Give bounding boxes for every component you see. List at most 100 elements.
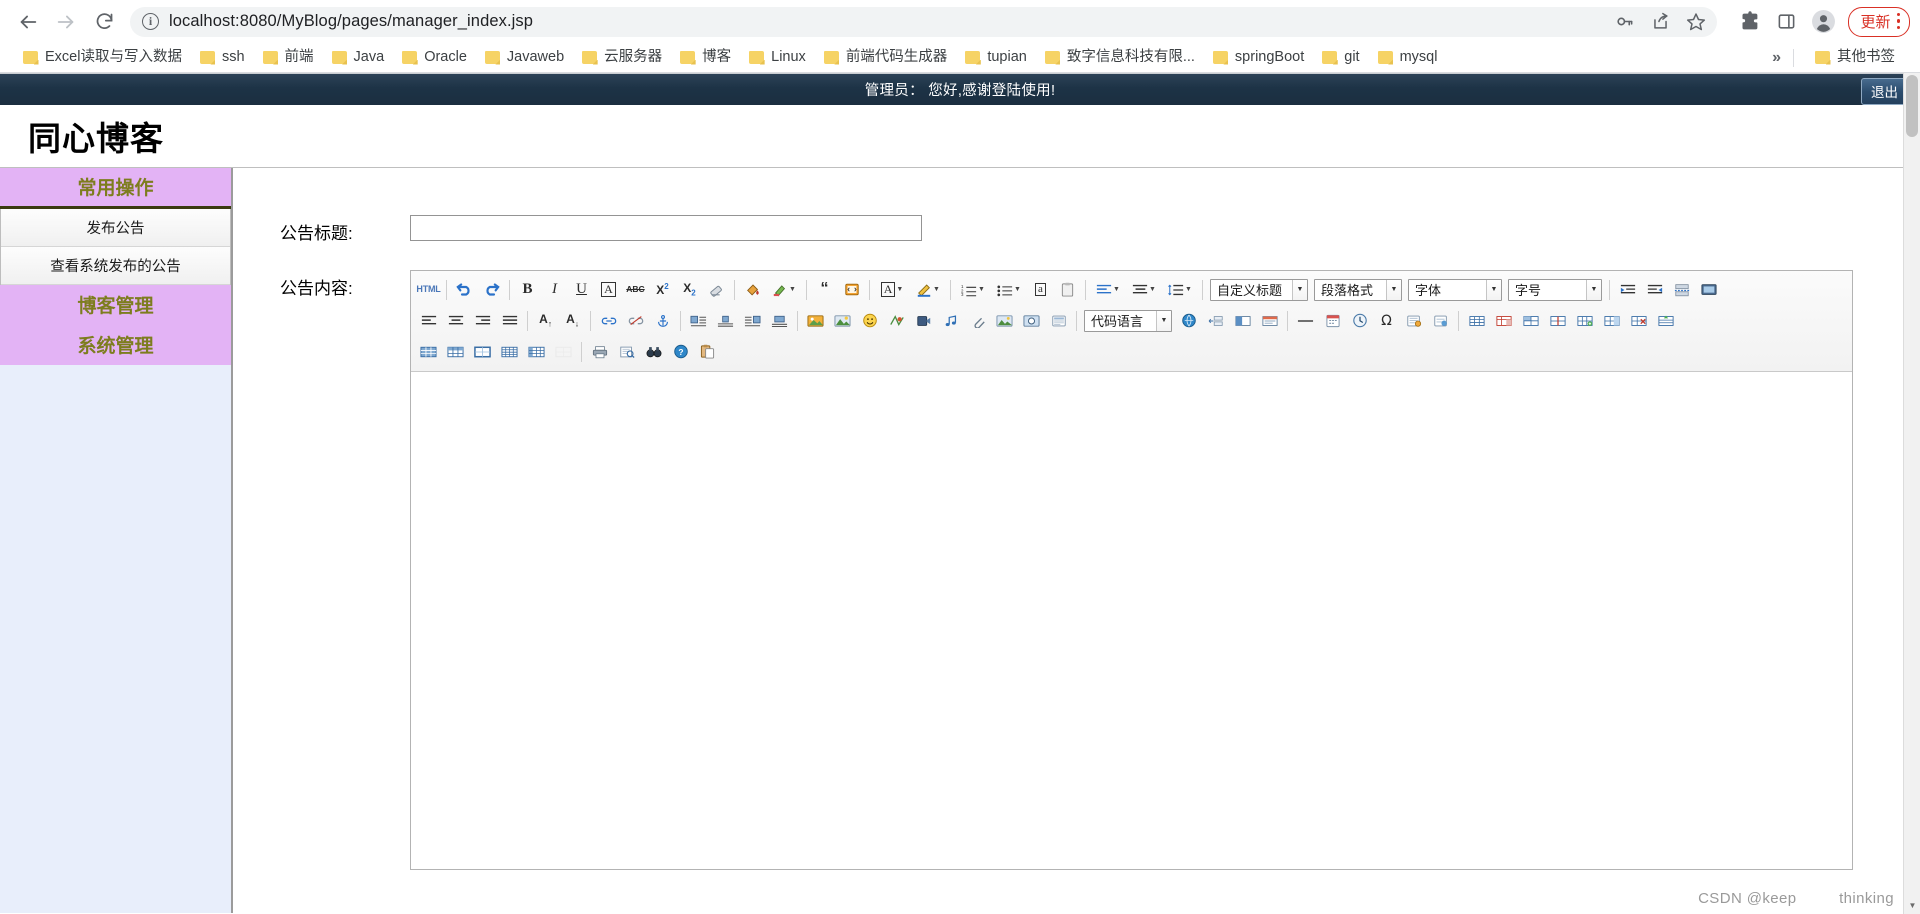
music-button[interactable]	[938, 308, 963, 333]
sidebar-item[interactable]: 查看系统发布的公告	[1, 247, 230, 285]
image-left-button[interactable]	[686, 308, 711, 333]
fullscreen-button[interactable]	[1696, 277, 1721, 302]
insert-code-button[interactable]	[839, 277, 864, 302]
date-button[interactable]	[1320, 308, 1345, 333]
chevron-down-icon[interactable]: ▼	[1292, 279, 1307, 300]
preview-button[interactable]	[614, 339, 639, 364]
paste-plain-button[interactable]	[1055, 277, 1080, 302]
font-family-select[interactable]: 字体 ▼	[1408, 278, 1502, 301]
chevron-down-icon[interactable]: ▼	[1014, 286, 1021, 293]
decrease-font-button[interactable]: A↓	[560, 308, 585, 333]
align-left-button[interactable]	[416, 308, 441, 333]
split-cells-button[interactable]	[1545, 308, 1570, 333]
image-none-button[interactable]	[767, 308, 792, 333]
strikethrough-button[interactable]: ABC	[623, 277, 648, 302]
insert-table-button[interactable]	[1464, 308, 1489, 333]
logout-button[interactable]: 退出	[1861, 78, 1908, 105]
increase-font-button[interactable]: A↑	[533, 308, 558, 333]
editor-content-area[interactable]	[411, 372, 1852, 869]
scrollbar-thumb[interactable]	[1906, 75, 1918, 137]
chevron-down-icon[interactable]: ▼	[789, 286, 796, 293]
bold-button[interactable]: B	[515, 277, 540, 302]
sidebar-item[interactable]: 发布公告	[1, 209, 230, 247]
chevron-down-icon[interactable]: ▼	[1486, 279, 1501, 300]
source-html-button[interactable]: HTML	[416, 277, 441, 302]
bookmark-item[interactable]: Excel读取与写入数据	[14, 47, 191, 68]
chevron-down-icon[interactable]: ▼	[933, 286, 940, 293]
bookmark-item[interactable]: Javaweb	[476, 47, 573, 68]
map-button[interactable]	[884, 308, 909, 333]
merge-cells-button[interactable]	[1518, 308, 1543, 333]
chevron-down-icon[interactable]: ▼	[1386, 279, 1401, 300]
indent-left-button[interactable]	[1642, 277, 1667, 302]
special-char-button[interactable]: Ω	[1374, 308, 1399, 333]
remove-format-button[interactable]	[704, 277, 729, 302]
back-button[interactable]	[10, 4, 46, 40]
bookmark-item[interactable]: 云服务器	[573, 47, 671, 68]
attachment-button[interactable]	[965, 308, 990, 333]
insert-row-button[interactable]	[1572, 308, 1597, 333]
bookmark-item[interactable]: 致字信息科技有限...	[1036, 47, 1204, 68]
sidebar-section-header[interactable]: 常用操作	[0, 168, 231, 209]
bookmark-item[interactable]: Linux	[740, 47, 815, 68]
page-break-button[interactable]	[1669, 277, 1694, 302]
bookmark-other-bookmarks[interactable]: 其他书签	[1806, 47, 1904, 68]
announcement-title-input[interactable]	[410, 215, 922, 241]
insert-image-button[interactable]	[803, 308, 828, 333]
underline-button[interactable]: U	[569, 277, 594, 302]
align-center-button[interactable]	[443, 308, 468, 333]
indent-right-button[interactable]	[1615, 277, 1640, 302]
table-border-button[interactable]	[470, 339, 495, 364]
table-style-button[interactable]	[524, 339, 549, 364]
bookmark-item[interactable]: tupian	[956, 47, 1036, 68]
chevron-down-icon[interactable]: ▼	[1185, 286, 1192, 293]
profile-button[interactable]	[1807, 6, 1839, 38]
table-props-button[interactable]	[1491, 308, 1516, 333]
image-right-button[interactable]	[740, 308, 765, 333]
emoticon-button[interactable]	[857, 308, 882, 333]
text-border-button[interactable]: A	[596, 277, 621, 302]
print-button[interactable]	[587, 339, 612, 364]
table-grid-button[interactable]	[497, 339, 522, 364]
delete-row-button[interactable]	[1626, 308, 1651, 333]
unordered-list-button[interactable]: ▼	[992, 277, 1026, 302]
horizontal-rule-button[interactable]	[1293, 308, 1318, 333]
table-cell-bg-button[interactable]	[416, 339, 441, 364]
align-justify-button[interactable]	[497, 308, 522, 333]
anchor-link-button[interactable]: a	[1028, 277, 1053, 302]
highlight-color-button[interactable]: ▼	[767, 277, 801, 302]
reload-button[interactable]	[86, 4, 122, 40]
forward-button[interactable]	[48, 4, 84, 40]
chevron-down-icon[interactable]: ▼	[1149, 286, 1156, 293]
help-button[interactable]: ?	[668, 339, 693, 364]
blockquote-button[interactable]: “	[812, 277, 837, 302]
seo-button[interactable]	[1428, 308, 1453, 333]
web-app-button[interactable]	[992, 308, 1017, 333]
font-color-button[interactable]: A ▼	[875, 277, 909, 302]
bookmark-item[interactable]: git	[1313, 47, 1368, 68]
bookmark-item[interactable]: 博客	[671, 47, 740, 68]
superscript-button[interactable]: X2	[650, 277, 675, 302]
chevron-down-icon[interactable]: ▼	[1156, 310, 1171, 331]
align-right-button[interactable]	[470, 308, 495, 333]
align-button[interactable]: ▼	[1091, 277, 1125, 302]
bookmark-item[interactable]: mysql	[1369, 47, 1447, 68]
paragraph-format-select[interactable]: 段落格式 ▼	[1314, 278, 1402, 301]
video-button[interactable]	[911, 308, 936, 333]
image-center-button[interactable]	[713, 308, 738, 333]
key-icon[interactable]	[1613, 11, 1635, 33]
ordered-list-button[interactable]: 1 2 3 ▼	[956, 277, 990, 302]
custom-heading-select[interactable]: 自定义标题 ▼	[1210, 278, 1308, 301]
time-button[interactable]	[1347, 308, 1372, 333]
search-replace-button[interactable]	[641, 339, 666, 364]
font-size-select[interactable]: 字号 ▼	[1508, 278, 1602, 301]
bookmark-item[interactable]: 前端	[254, 47, 323, 68]
update-button[interactable]: 更新	[1848, 6, 1910, 37]
insert-link-button[interactable]	[596, 308, 621, 333]
compare-button[interactable]	[1257, 308, 1282, 333]
sidebar-section-header[interactable]: 系统管理	[0, 325, 231, 365]
bookmark-item[interactable]: Oracle	[393, 47, 476, 68]
screenshot-button[interactable]	[1019, 308, 1044, 333]
chevron-down-icon[interactable]: ▼	[1113, 286, 1120, 293]
chevron-down-icon[interactable]: ▼	[896, 286, 903, 293]
